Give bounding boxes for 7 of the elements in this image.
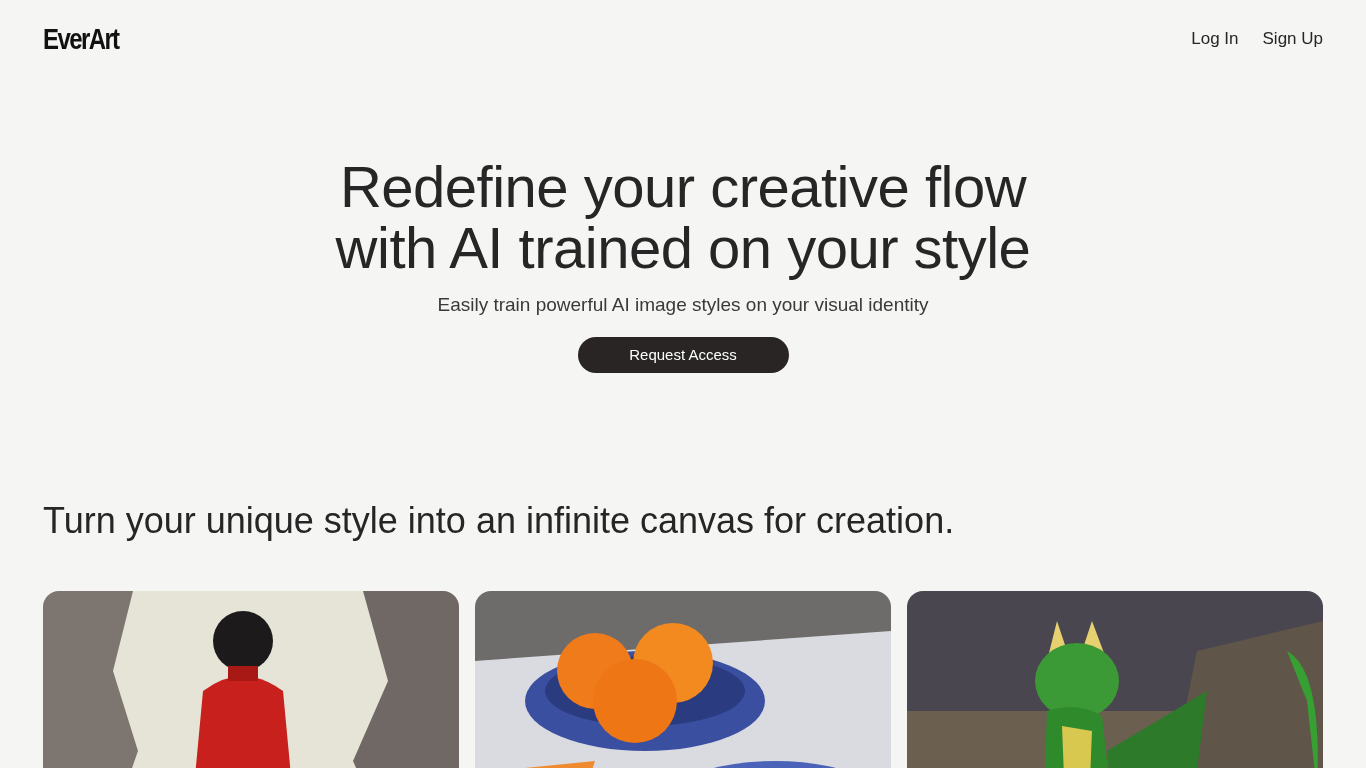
hero-subtitle: Easily train powerful AI image styles on your visual identity	[436, 292, 930, 317]
section-heading: Turn your unique style into an infinite canvas for creation.	[43, 499, 956, 543]
nav-link[interactable]: Log In	[1191, 26, 1239, 52]
logo[interactable]: EverArt	[43, 24, 119, 54]
request-access-button[interactable]: Request Access	[577, 337, 789, 374]
nav-link[interactable]: Sign Up	[1262, 26, 1323, 52]
hero-title: Redefine your creative flow with AI trained on your style	[334, 156, 1032, 279]
